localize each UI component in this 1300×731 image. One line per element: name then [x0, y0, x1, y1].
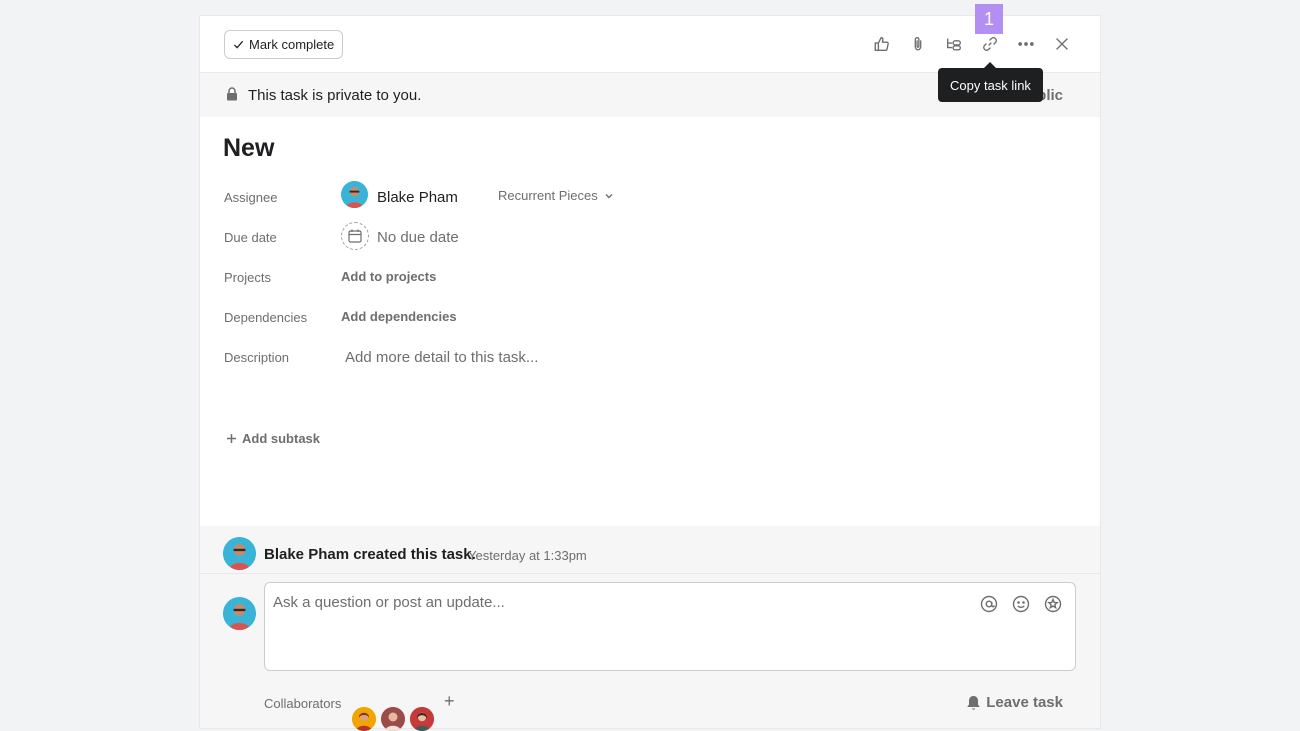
description-field[interactable]: Add more detail to this task...	[345, 349, 538, 366]
step-marker: 1	[975, 4, 1003, 34]
add-subtask-label: Add subtask	[242, 431, 321, 446]
collaborator-avatar[interactable]	[381, 707, 405, 731]
subtask-icon[interactable]	[944, 34, 964, 54]
paperclip-icon[interactable]	[908, 34, 928, 54]
emoji-icon[interactable]	[1012, 595, 1030, 613]
comment-placeholder: Ask a question or post an update...	[273, 594, 505, 611]
assignee-avatar[interactable]	[341, 181, 368, 208]
task-toolbar: Mark complete 1	[200, 4, 1100, 73]
activity-feed: Blake Pham created this task. Yesterday …	[200, 526, 1100, 731]
project-selector-label: Recurrent Pieces	[498, 188, 598, 203]
collaborator-avatar[interactable]	[352, 707, 376, 731]
leave-task-button[interactable]: Leave task	[966, 694, 1063, 711]
add-subtask-button[interactable]: Add subtask	[226, 431, 320, 446]
add-dependencies-button[interactable]: Add dependencies	[341, 309, 457, 324]
chevron-down-icon	[605, 193, 613, 198]
collaborator-avatar[interactable]	[410, 707, 434, 731]
like-icon[interactable]	[872, 34, 892, 54]
appreciation-icon[interactable]	[1044, 595, 1062, 613]
close-icon[interactable]	[1052, 34, 1072, 54]
description-label: Description	[224, 350, 290, 365]
assignee-label: Assignee	[224, 190, 278, 205]
due-date-value[interactable]: No due date	[377, 229, 459, 246]
mark-complete-label: Mark complete	[249, 37, 335, 52]
mention-icon[interactable]	[980, 595, 998, 613]
dependencies-label: Dependencies	[224, 310, 308, 325]
current-user-avatar	[223, 597, 256, 630]
add-to-projects-button[interactable]: Add to projects	[341, 269, 436, 284]
lock-icon	[227, 87, 237, 101]
plus-icon	[227, 434, 236, 443]
leave-task-label: Leave task	[986, 694, 1063, 711]
projects-label: Projects	[224, 270, 271, 285]
check-icon	[233, 40, 244, 49]
assignee-name[interactable]: Blake Pham	[377, 189, 458, 206]
copy-link-tooltip: Copy task link	[938, 62, 1043, 102]
creator-avatar	[223, 537, 256, 570]
task-title[interactable]: New	[223, 134, 274, 163]
add-collaborator-icon[interactable]: +	[444, 691, 455, 712]
privacy-text: This task is private to you.	[248, 87, 422, 104]
feed-divider	[200, 573, 1100, 574]
more-options-icon[interactable]	[1016, 34, 1036, 54]
mark-complete-button[interactable]: Mark complete	[224, 30, 344, 59]
calendar-icon[interactable]	[341, 222, 369, 250]
due-date-label: Due date	[224, 230, 277, 245]
comment-input[interactable]: Ask a question or post an update...	[264, 582, 1076, 671]
activity-created-text: Blake Pham created this task.	[264, 546, 476, 563]
link-icon[interactable]	[980, 34, 1000, 54]
project-selector[interactable]: Recurrent Pieces	[498, 188, 614, 203]
bell-icon	[967, 695, 981, 710]
collaborators-label: Collaborators	[264, 696, 342, 711]
task-detail-pane: Mark complete 1 Copy task link This task…	[200, 4, 1100, 731]
activity-timestamp[interactable]: Yesterday at 1:33pm	[468, 548, 587, 563]
